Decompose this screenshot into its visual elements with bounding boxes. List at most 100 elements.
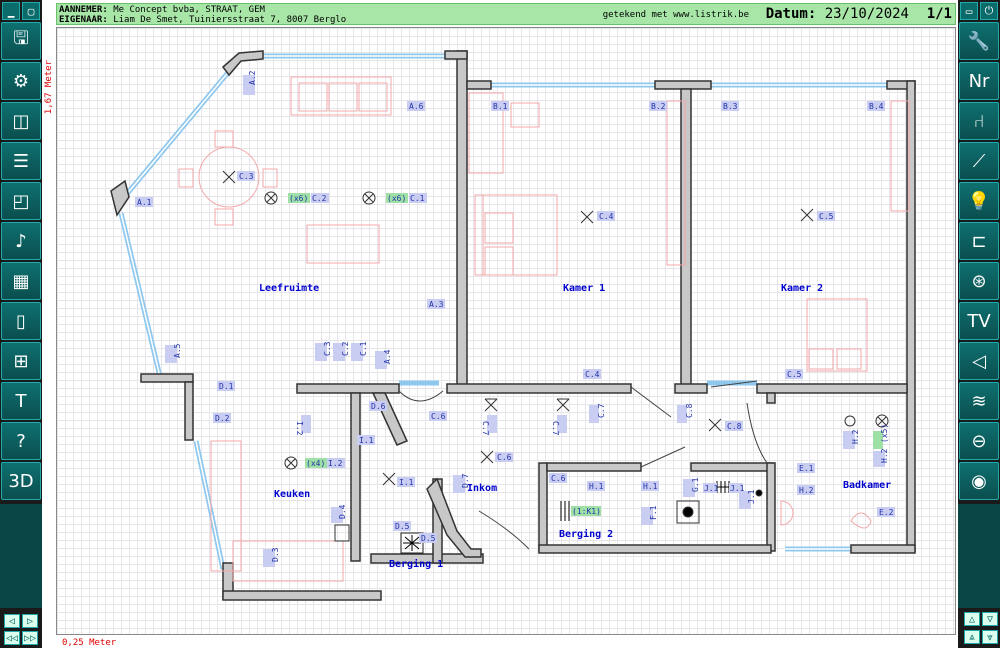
guitar-button[interactable]: ♪ (1, 222, 41, 260)
socket-button[interactable]: ⊖ (959, 422, 999, 460)
room-inkom[interactable]: Inkom (467, 483, 497, 494)
label-H1b[interactable]: H.1 (641, 481, 659, 491)
label-B1[interactable]: B.1 (491, 101, 509, 111)
label-B4[interactable]: B.4 (867, 101, 885, 111)
label-A2[interactable]: A.2 (243, 70, 257, 95)
maximize-icon[interactable]: ▢ (22, 2, 40, 20)
label-C8[interactable]: C.8 (677, 403, 694, 423)
label-C3[interactable]: C.3 (237, 171, 255, 181)
label-C1[interactable]: C.1 (409, 193, 427, 203)
label-D4[interactable]: D.4 (331, 504, 347, 523)
minimize-icon[interactable]: ▁ (2, 2, 20, 20)
save-button[interactable]: 🖫 (1, 22, 41, 60)
heating-button[interactable]: ≋ (959, 382, 999, 420)
label-C6[interactable]: C.6 (429, 411, 447, 421)
text-button[interactable]: T (1, 382, 41, 420)
label-C8b[interactable]: C.8 (725, 421, 743, 431)
drawing-canvas[interactable]: A.2 A.6 A.1 A.3 A.5 A.4 C.3 (x6) C.2 (x6… (56, 27, 956, 635)
label-C6c[interactable]: C.6 (549, 473, 567, 483)
label-H2[interactable]: H.2 (797, 485, 815, 495)
label-C4b[interactable]: C.4 (583, 369, 601, 379)
window-button[interactable]: ⊞ (1, 342, 41, 380)
label-F1[interactable]: F.1 (641, 505, 658, 525)
scroll-up-button[interactable]: △ (964, 612, 980, 626)
label-D2[interactable]: D.2 (213, 413, 231, 423)
door-button[interactable]: ▯ (1, 302, 41, 340)
label-H2b[interactable]: H.2 (843, 429, 860, 449)
label-C2[interactable]: C.2 (311, 193, 329, 203)
label-E2[interactable]: E.2 (877, 507, 895, 517)
speaker-button[interactable]: ◁ (959, 342, 999, 380)
label-C4[interactable]: C.4 (597, 211, 615, 221)
chair-button[interactable]: ⑁ (959, 102, 999, 140)
label-C1b[interactable]: C.1 (351, 341, 368, 361)
label-A1[interactable]: A.1 (135, 197, 153, 207)
label-A6[interactable]: A.6 (407, 101, 425, 111)
blocks-button[interactable]: ▦ (1, 262, 41, 300)
label-C7c[interactable]: C.7 (589, 403, 606, 423)
3d-button[interactable]: 3D (1, 462, 41, 500)
label-J1[interactable]: J.1 (703, 483, 719, 493)
power-icon[interactable]: ⏻ (980, 2, 998, 20)
tools-button[interactable]: 🔧 (959, 22, 999, 60)
label-B3[interactable]: B.3 (721, 101, 739, 111)
badge-x4[interactable]: (x4) (305, 458, 327, 468)
room-berging1[interactable]: Berging 1 (389, 558, 443, 570)
label-B2[interactable]: B.2 (649, 101, 667, 111)
room-kamer2[interactable]: Kamer 2 (781, 283, 823, 294)
label-C5[interactable]: C.5 (817, 211, 835, 221)
room-badkamer[interactable]: Badkamer (843, 480, 891, 491)
floor-plan[interactable]: A.2 A.6 A.1 A.3 A.5 A.4 C.3 (x6) C.2 (x6… (57, 28, 957, 636)
room-kamer1[interactable]: Kamer 1 (563, 283, 605, 294)
label-G1[interactable]: G.1 (683, 477, 700, 497)
label-D6[interactable]: D.6 (369, 401, 387, 411)
badge-k1[interactable]: (1:K1) (571, 506, 601, 516)
label-I2[interactable]: I.2 (295, 415, 311, 436)
nav-first-button[interactable]: ◁◁ (4, 631, 20, 645)
numbering-button[interactable]: Nr (959, 62, 999, 100)
plug-button[interactable]: ⊏ (959, 222, 999, 260)
scroll-bottom-button[interactable]: ⩔ (982, 630, 998, 644)
slash-button[interactable]: ⟋ (959, 142, 999, 180)
cooktop-button[interactable]: ⊛ (959, 262, 999, 300)
label-C7[interactable]: C.7 (481, 415, 497, 436)
label-H1[interactable]: H.1 (587, 481, 605, 491)
bulb-button[interactable]: 💡 (959, 182, 999, 220)
badge-x5[interactable]: (x5) (873, 424, 889, 449)
settings-button[interactable]: ⚙ (1, 62, 41, 100)
tv-button[interactable]: TV (959, 302, 999, 340)
label-I1[interactable]: I.1 (357, 435, 375, 445)
camera-button[interactable]: ◫ (1, 102, 41, 140)
label-C5b[interactable]: C.5 (785, 369, 803, 379)
nav-right-button[interactable]: ▷ (22, 614, 38, 628)
label-D3[interactable]: D.3 (263, 547, 280, 567)
badge-x6b[interactable]: (x6) (386, 193, 408, 203)
label-C2b[interactable]: C.2 (333, 341, 350, 361)
nav-last-button[interactable]: ▷▷ (22, 631, 38, 645)
badge-x6a[interactable]: (x6) (288, 193, 310, 203)
label-H2c[interactable]: H.2 (873, 448, 889, 467)
room-berging2[interactable]: Berging 2 (559, 528, 613, 540)
layout-button[interactable]: ◰ (1, 182, 41, 220)
room-keuken[interactable]: Keuken (274, 489, 310, 500)
label-C6b[interactable]: C.6 (495, 452, 513, 462)
window-icon[interactable]: ▭ (960, 2, 978, 20)
help-button[interactable]: ? (1, 422, 41, 460)
label-D5[interactable]: D.5 (393, 521, 411, 531)
eye-button[interactable]: ◉ (959, 462, 999, 500)
label-D1[interactable]: D.1 (217, 381, 235, 391)
label-A4[interactable]: A.4 (375, 349, 392, 369)
scroll-down-button[interactable]: ▽ (982, 612, 998, 626)
room-leefruimte[interactable]: Leefruimte (259, 282, 319, 294)
label-D5b[interactable]: D.5 (419, 533, 437, 543)
label-I2b[interactable]: I.2 (327, 458, 345, 468)
document-button[interactable]: ☰ (1, 142, 41, 180)
nav-left-button[interactable]: ◁ (4, 614, 20, 628)
label-A5[interactable]: A.5 (165, 343, 182, 363)
label-C7b[interactable]: C.7 (551, 415, 567, 436)
label-A3[interactable]: A.3 (427, 299, 445, 309)
label-E1[interactable]: E.1 (797, 463, 815, 473)
label-C3b[interactable]: C.3 (315, 341, 332, 361)
label-I1b[interactable]: I.1 (397, 477, 415, 487)
scroll-top-button[interactable]: ⩓ (964, 630, 980, 644)
